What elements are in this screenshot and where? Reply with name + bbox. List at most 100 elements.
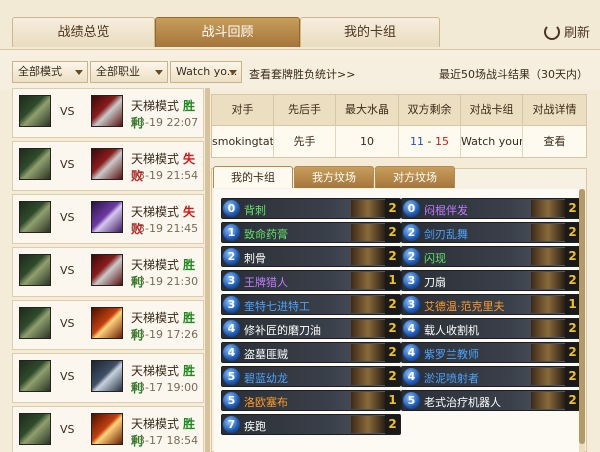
- remaining-separator: -: [424, 135, 435, 148]
- header-opponent: 对手: [212, 95, 274, 125]
- vs-label: VS: [60, 105, 75, 118]
- card-item[interactable]: 4 修补匠的磨刀油 2: [221, 318, 401, 339]
- rogue-hero-icon: [19, 307, 51, 339]
- tab-my-decks[interactable]: 我的卡组: [300, 17, 440, 47]
- card-item[interactable]: 1 致命药膏 2: [221, 222, 401, 243]
- card-item[interactable]: 5 洛欧塞布 1: [221, 390, 401, 411]
- rogue-hero-icon: [19, 413, 51, 445]
- divider: [205, 88, 210, 452]
- opponent-deck: Watch your...: [461, 125, 523, 157]
- tab-battle-review[interactable]: 战斗回顾: [155, 17, 300, 47]
- card-art: [351, 416, 385, 433]
- header-deck: 对战卡组: [461, 95, 523, 125]
- match-item[interactable]: VS 天梯模式 胜利 03-17 18:54: [12, 406, 204, 452]
- mana-gem-icon: 5: [403, 392, 420, 409]
- match-date: 03-19 21:45: [131, 222, 199, 235]
- match-mode-label: 天梯模式: [131, 311, 180, 325]
- scrollbar-thumb[interactable]: [579, 189, 585, 444]
- fire-hero-icon: [91, 413, 123, 445]
- card-item[interactable]: 3 刀扇 2: [401, 270, 581, 291]
- card-item[interactable]: 5 碧蓝幼龙 2: [221, 366, 401, 387]
- card-count: 2: [565, 199, 580, 218]
- card-list-scrollbar[interactable]: [579, 189, 585, 452]
- card-count: 2: [385, 415, 400, 434]
- card-item[interactable]: 4 紫罗兰教师 2: [401, 342, 581, 363]
- card-list-area: 0 背刺 2 1 致命药膏 2 2 刺骨 2 3 王牌猎人 1 3 奎特七进特工…: [214, 189, 581, 452]
- match-list: VS 天梯模式 胜利 03-19 22:07 VS 天梯模式 失败 03-19 21…: [12, 88, 204, 452]
- remaining-self: 11: [410, 135, 425, 148]
- card-item[interactable]: 0 背刺 2: [221, 198, 401, 219]
- view-detail-link[interactable]: 查看: [523, 125, 586, 157]
- rogue-hero-icon: [19, 360, 51, 392]
- mana-gem-icon: 3: [223, 296, 240, 313]
- card-item[interactable]: 0 闷棍伴发 2: [401, 198, 581, 219]
- deck-stats-link[interactable]: 查看套牌胜负统计>>: [249, 66, 355, 82]
- mode-dropdown[interactable]: 全部模式: [12, 61, 88, 83]
- card-item[interactable]: 5 老式治疗机器人 2: [401, 390, 581, 411]
- card-item[interactable]: 4 载人收割机 2: [401, 318, 581, 339]
- card-count: 1: [565, 295, 580, 314]
- card-art: [351, 344, 385, 361]
- match-mode-label: 天梯模式: [131, 258, 180, 272]
- match-item[interactable]: VS 天梯模式 失败 03-19 21:54: [12, 141, 204, 191]
- mana-gem-icon: 0: [223, 200, 240, 217]
- vs-label: VS: [60, 423, 75, 436]
- refresh-button[interactable]: 刷新: [543, 22, 590, 41]
- card-name: 剑刃乱舞: [424, 228, 468, 241]
- card-count: 2: [565, 271, 580, 290]
- class-dropdown[interactable]: 全部职业: [90, 61, 168, 83]
- card-item[interactable]: 2 刺骨 2: [221, 246, 401, 267]
- card-item[interactable]: 3 奎特七进特工 2: [221, 294, 401, 315]
- card-name: 刺骨: [244, 252, 266, 265]
- card-item[interactable]: 2 闪现 2: [401, 246, 581, 267]
- card-item[interactable]: 2 剑刃乱舞 2: [401, 222, 581, 243]
- card-art: [531, 296, 565, 313]
- mana-gem-icon: 2: [223, 248, 240, 265]
- match-item[interactable]: VS 天梯模式 胜利 03-19 21:30: [12, 247, 204, 297]
- tab-my-deck[interactable]: 我的卡组: [213, 166, 293, 188]
- vs-label: VS: [60, 370, 75, 383]
- card-art: [351, 200, 385, 217]
- match-date: 03-17 18:54: [131, 434, 199, 447]
- card-name: 载人收割机: [424, 324, 479, 337]
- card-item[interactable]: 4 盗墓匪贼 2: [221, 342, 401, 363]
- tab-my-graveyard[interactable]: 我方坟场: [294, 166, 374, 188]
- match-mode-label: 天梯模式: [131, 364, 180, 378]
- card-count: 2: [565, 247, 580, 266]
- card-count: 1: [385, 271, 400, 290]
- match-item[interactable]: VS 天梯模式 胜利 03-19 17:26: [12, 300, 204, 350]
- header-order: 先后手: [274, 95, 336, 125]
- card-item[interactable]: 3 艾德温·范克里夫 1: [401, 294, 581, 315]
- mana-gem-icon: 1: [223, 224, 240, 241]
- card-name: 修补匠的磨刀油: [244, 324, 321, 337]
- card-art: [351, 272, 385, 289]
- deck-dropdown[interactable]: Watch yo...: [170, 61, 242, 83]
- match-item[interactable]: VS 天梯模式 失败 03-19 21:45: [12, 194, 204, 244]
- card-name: 盗墓匪贼: [244, 348, 288, 361]
- card-art: [531, 344, 565, 361]
- refresh-icon: [543, 23, 560, 40]
- max-crystal: 10: [336, 125, 399, 157]
- card-art: [351, 224, 385, 241]
- mana-gem-icon: 5: [223, 392, 240, 409]
- mana-gem-icon: 3: [403, 272, 420, 289]
- battle-detail-table: 对手 先后手 最大水晶 双方剩余 对战卡组 对战详情 smokingtat...…: [211, 94, 587, 158]
- card-count: 2: [385, 343, 400, 362]
- match-item[interactable]: VS 天梯模式 胜利 03-17 19:00: [12, 353, 204, 403]
- match-item[interactable]: VS 天梯模式 胜利 03-19 22:07: [12, 88, 204, 138]
- card-name: 背刺: [244, 204, 266, 217]
- card-name: 疾跑: [244, 420, 266, 433]
- tab-opponent-graveyard[interactable]: 对方坟场: [375, 166, 455, 188]
- card-item[interactable]: 3 王牌猎人 1: [221, 270, 401, 291]
- card-item[interactable]: 7 疾跑 2: [221, 414, 401, 435]
- mana-gem-icon: 4: [403, 320, 420, 337]
- header-remaining: 双方剩余: [399, 95, 461, 125]
- remaining-health: 11 - 15: [399, 125, 461, 157]
- card-name: 艾德温·范克里夫: [424, 300, 505, 313]
- rogue-hero-icon: [19, 95, 51, 127]
- opponent-name: smokingtat...: [212, 125, 274, 157]
- card-item[interactable]: 4 淤泥喷射者 2: [401, 366, 581, 387]
- recent-results-label: 最近50场战斗结果（30天内）: [439, 68, 588, 81]
- fire-hero-icon: [91, 307, 123, 339]
- tab-overview[interactable]: 战绩总览: [12, 17, 155, 47]
